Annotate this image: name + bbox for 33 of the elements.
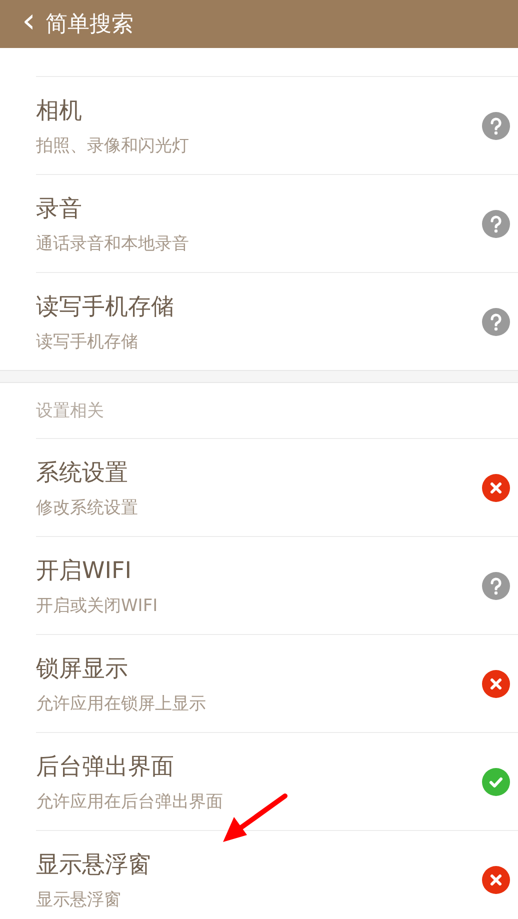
item-subtitle: 修改系统设置 [36, 496, 138, 518]
item-title: 录音 [36, 194, 83, 224]
page-title: 简单搜索 [46, 11, 134, 39]
permission-item[interactable]: 系统设置 修改系统设置 [36, 439, 518, 537]
question-icon[interactable] [482, 572, 510, 600]
permission-item[interactable]: 显示悬浮窗 显示悬浮窗 [36, 831, 518, 919]
permission-item[interactable]: 开启WIFI 开启或关闭WIFI [36, 537, 518, 635]
question-icon[interactable] [482, 210, 510, 238]
item-title: 显示悬浮窗 [36, 850, 151, 880]
cross-icon[interactable] [482, 866, 510, 894]
item-subtitle: 允许应用在锁屏上显示 [36, 692, 206, 714]
item-title: 锁屏显示 [36, 654, 129, 684]
item-subtitle: 显示悬浮窗 [36, 888, 122, 910]
cross-icon[interactable] [482, 670, 510, 698]
item-subtitle: 通话录音和本地录音 [36, 232, 189, 254]
item-title: 读写手机存储 [36, 292, 174, 322]
section-label: 设置相关 [36, 400, 104, 422]
permission-item[interactable]: 锁屏显示 允许应用在锁屏上显示 [36, 635, 518, 733]
question-icon[interactable] [482, 308, 510, 336]
back-button[interactable]: ‹ [0, 4, 46, 44]
item-title: 开启WIFI [36, 556, 133, 586]
item-subtitle: 允许应用在后台弹出界面 [36, 790, 223, 812]
item-subtitle: 读写手机存储 [36, 330, 139, 352]
item-title: 系统设置 [36, 458, 129, 488]
item-subtitle: 拍照、录像和闪光灯 [36, 134, 189, 156]
item-subtitle: 开启或关闭WIFI [36, 594, 158, 616]
permission-item[interactable]: 相机 拍照、录像和闪光灯 [36, 77, 518, 175]
item-title: 相机 [36, 96, 83, 126]
question-icon[interactable] [482, 112, 510, 140]
permission-item[interactable]: 录音 通话录音和本地录音 [36, 175, 518, 273]
item-title: 后台弹出界面 [36, 752, 175, 782]
cross-icon[interactable] [482, 474, 510, 502]
check-icon[interactable] [482, 768, 510, 796]
